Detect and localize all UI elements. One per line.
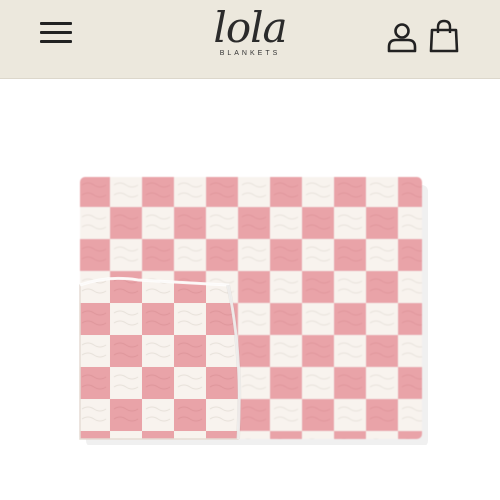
user-account-icon[interactable]: [384, 20, 420, 54]
logo-wordmark: lola: [213, 3, 287, 52]
product-image[interactable]: [78, 175, 428, 445]
product-hero: [0, 79, 500, 500]
hamburger-menu-icon[interactable]: [38, 18, 76, 46]
site-header: lola BLANKETS: [0, 0, 500, 79]
brand-logo[interactable]: lola BLANKETS: [200, 4, 300, 68]
shopping-bag-icon[interactable]: [426, 18, 462, 54]
